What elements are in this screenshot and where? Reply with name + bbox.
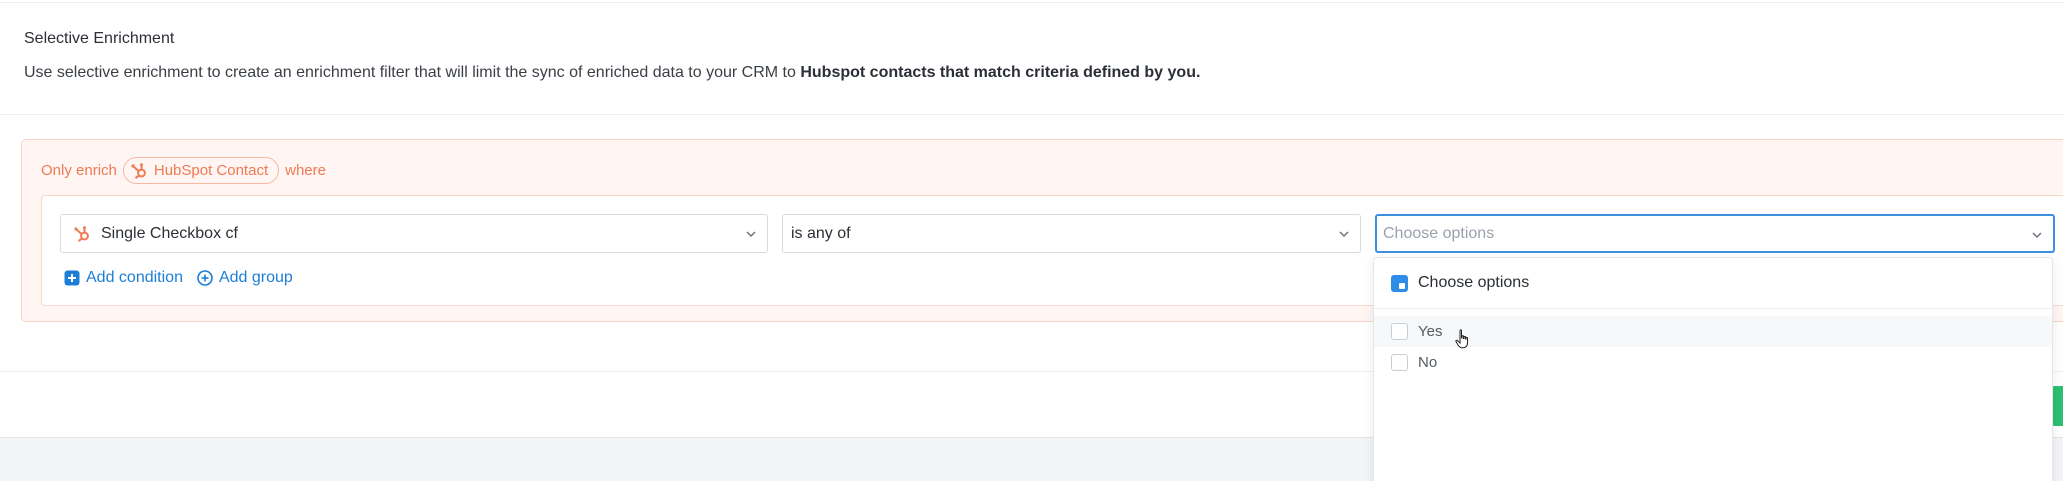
section-description: Use selective enrichment to create an en… [24,64,1200,82]
value-select-placeholder: Choose options [1383,224,1495,242]
field-select[interactable]: Single Checkbox cf [60,214,768,253]
option-no[interactable]: No [1374,347,2052,378]
plus-square-icon [64,270,80,286]
section-title: Selective Enrichment [24,30,175,47]
plus-circle-icon [197,270,213,286]
dropdown-header-label: Choose options [1418,274,1530,291]
add-condition-label: Add condition [86,269,183,286]
checkbox[interactable] [1391,323,1408,340]
option-yes[interactable]: Yes [1374,316,2052,347]
operator-select[interactable]: is any of [782,214,1361,253]
add-condition-button[interactable]: Add condition [64,269,183,287]
options-dropdown: Choose options Yes No [1373,257,2053,481]
checkbox[interactable] [1391,354,1408,371]
condition-actions: Add condition Add group [64,269,307,287]
divider [0,2,2063,3]
dropdown-header[interactable]: Choose options [1374,258,2052,309]
where-label: where [285,162,326,179]
chevron-down-icon [746,231,756,238]
select-all-icon[interactable] [1391,274,1408,292]
only-enrich-label: Only enrich [41,162,117,179]
description-text: Use selective enrichment to create an en… [24,64,796,81]
option-label: No [1418,354,1438,371]
hubspot-icon [131,162,146,179]
chevron-down-icon [2032,232,2042,239]
chevron-down-icon [1339,231,1349,238]
value-select[interactable]: Choose options [1375,214,2055,253]
hubspot-icon [74,225,89,242]
add-group-label: Add group [218,269,293,286]
filter-header: Only enrich HubSpot Contact where [41,157,326,184]
option-label: Yes [1418,323,1443,340]
hand-cursor-icon [1455,329,1468,349]
object-chip-label: HubSpot Contact [153,162,269,179]
divider [0,114,2063,115]
object-chip[interactable]: HubSpot Contact [122,157,280,184]
field-select-value: Single Checkbox cf [101,224,238,242]
add-group-button[interactable]: Add group [197,269,293,287]
operator-select-value: is any of [791,224,851,242]
description-bold: Hubspot contacts that match criteria def… [800,64,1201,81]
page: Selective Enrichment Use selective enric… [0,0,2063,481]
